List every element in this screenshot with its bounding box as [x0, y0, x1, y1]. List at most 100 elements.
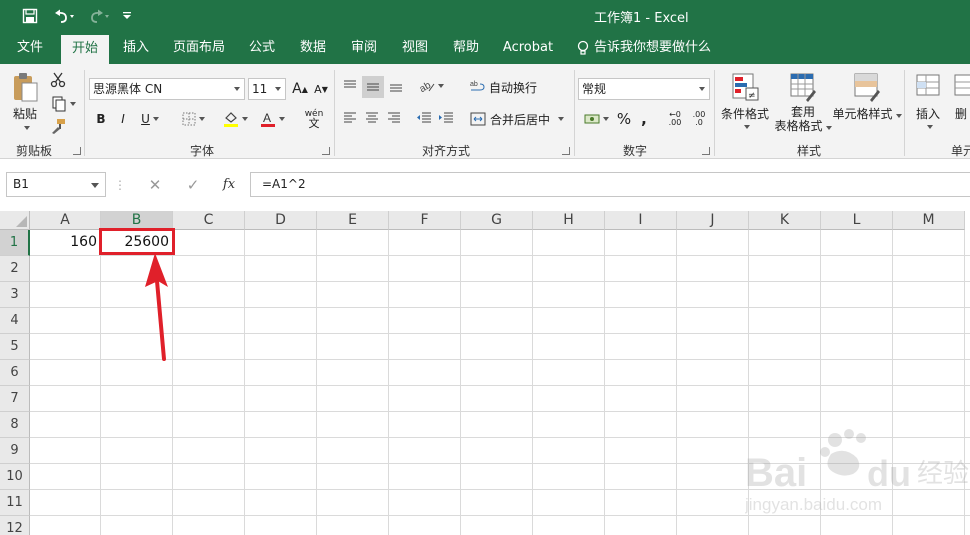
tab-data[interactable]: 数据 [294, 32, 332, 64]
paste-button[interactable]: 粘贴 [8, 70, 42, 130]
font-color-icon: A [260, 111, 275, 127]
fill-color-button[interactable] [218, 108, 252, 130]
format-painter-icon[interactable] [46, 116, 70, 136]
ribbon-tabs: 文件 开始 插入 页面布局 公式 数据 审阅 视图 帮助 Acrobat 告诉我… [0, 32, 970, 64]
italic-button[interactable]: I [114, 108, 132, 130]
formula-bar-grip-icon[interactable]: ⋮ [114, 172, 126, 197]
font-name-select[interactable]: 思源黑体 CN [89, 78, 245, 100]
merge-center-button[interactable]: 合并后居中 [470, 108, 570, 130]
orientation-button[interactable]: ab [416, 76, 446, 96]
decrease-decimal-button[interactable]: .00.0 [688, 108, 710, 130]
save-icon[interactable] [18, 0, 42, 32]
tab-review[interactable]: 审阅 [345, 32, 383, 64]
decrease-decimal-label: .0 [695, 118, 703, 127]
font-name-value: 思源黑体 CN [93, 82, 163, 96]
name-box[interactable]: B1 [6, 172, 106, 197]
tab-formulas[interactable]: 公式 [243, 32, 281, 64]
copy-icon[interactable] [46, 94, 80, 114]
clipboard-group-label: 剪贴板 [16, 144, 53, 158]
delete-cells-icon [954, 74, 970, 96]
delete-cells-label: 删 [954, 107, 967, 121]
tab-help[interactable]: 帮助 [447, 32, 485, 64]
phonetic-button[interactable]: wén 文 [297, 108, 331, 130]
align-top-icon[interactable] [340, 76, 360, 96]
increase-decimal-button[interactable]: ←0.00 [664, 108, 686, 130]
tell-me-text: 告诉我你想要做什么 [594, 40, 712, 55]
customize-qat-icon[interactable] [118, 0, 136, 32]
font-launcher-icon[interactable] [322, 147, 330, 155]
cut-icon[interactable] [46, 70, 70, 90]
svg-text:A: A [263, 111, 271, 125]
tab-home[interactable]: 开始 [61, 35, 109, 64]
window-title: 工作簿1 - Excel [594, 11, 689, 26]
formula-input[interactable]: =A1^2 [250, 172, 970, 197]
svg-text:ab: ab [470, 81, 478, 88]
insert-cells-button[interactable]: 插入 [908, 72, 948, 132]
font-color-button[interactable]: A [256, 108, 288, 130]
underline-button[interactable]: U [136, 108, 164, 130]
merge-center-label: 合并后居中 [490, 112, 551, 127]
styles-group-label: 样式 [797, 144, 822, 158]
bold-button[interactable]: B [92, 108, 110, 130]
paste-label: 粘贴 [12, 106, 37, 121]
svg-text:ab: ab [419, 80, 433, 93]
redo-icon[interactable] [84, 0, 114, 32]
delete-cells-button[interactable]: 删 [952, 72, 970, 132]
tell-me-search[interactable]: 告诉我你想要做什么 [576, 32, 711, 64]
wrap-text-button[interactable]: ab 自动换行 [470, 76, 542, 98]
clipboard-launcher-icon[interactable] [73, 147, 81, 155]
increase-indent-icon[interactable] [436, 108, 456, 128]
format-as-table-button[interactable]: 套用 表格格式 [772, 72, 834, 136]
comma-button[interactable]: , [636, 108, 652, 130]
tab-page-layout[interactable]: 页面布局 [168, 32, 230, 64]
align-bottom-icon[interactable] [386, 76, 406, 96]
conditional-formatting-label: 条件格式 [720, 107, 769, 121]
shrink-font-button[interactable]: A ▼ [311, 78, 331, 100]
enter-icon[interactable]: ✓ [180, 172, 206, 197]
insert-cells-icon [916, 74, 940, 96]
format-as-table-label-2: 表格格式 [774, 119, 832, 133]
group-separator [334, 70, 335, 156]
group-separator [84, 70, 85, 156]
tab-acrobat[interactable]: Acrobat [500, 32, 556, 64]
decrease-indent-icon[interactable] [414, 108, 434, 128]
fill-color-icon [223, 112, 238, 127]
accounting-format-button[interactable] [580, 108, 612, 130]
align-right-icon[interactable] [384, 108, 404, 128]
undo-icon[interactable] [48, 0, 78, 32]
grow-font-button[interactable]: A ▲ [290, 78, 310, 100]
align-left-icon[interactable] [340, 108, 360, 128]
cell-styles-button[interactable]: 单元格样式 [833, 72, 902, 132]
borders-button[interactable] [176, 108, 210, 130]
tab-insert[interactable]: 插入 [116, 32, 156, 64]
border-icon [182, 112, 195, 126]
alignment-launcher-icon[interactable] [562, 147, 570, 155]
number-format-value: 常规 [582, 82, 607, 96]
align-middle-icon[interactable] [362, 76, 384, 98]
wrap-text-icon: ab [470, 81, 485, 91]
tab-file[interactable]: 文件 [8, 32, 52, 64]
svg-text:≠: ≠ [748, 91, 756, 101]
number-format-select[interactable]: 常规 [578, 78, 710, 100]
watermark-du: du [867, 453, 911, 494]
align-center-icon[interactable] [362, 108, 382, 128]
number-group-label: 数字 [623, 144, 648, 158]
format-as-table-icon [790, 73, 816, 102]
insert-function-icon[interactable]: fx [216, 172, 242, 197]
wrap-text-label: 自动换行 [489, 80, 538, 95]
underline-label: U [141, 112, 150, 126]
tab-view[interactable]: 视图 [396, 32, 434, 64]
format-as-table-label-1: 套用 [790, 105, 815, 119]
title-bar: 工作簿1 - Excel [0, 0, 970, 32]
cells-group-label: 单元 [951, 144, 970, 158]
font-size-value: 11 [252, 82, 268, 96]
shrink-font-icon: A [314, 82, 322, 96]
cancel-icon[interactable]: ✕ [142, 172, 168, 197]
number-launcher-icon[interactable] [702, 147, 710, 155]
font-size-select[interactable]: 11 [248, 78, 286, 100]
percent-button[interactable]: % [614, 108, 634, 130]
group-separator [574, 70, 575, 156]
watermark-bai: Bai [745, 451, 807, 495]
watermark-jingyan: 经验 [917, 459, 969, 489]
conditional-formatting-button[interactable]: ≠ 条件格式 [718, 72, 772, 132]
